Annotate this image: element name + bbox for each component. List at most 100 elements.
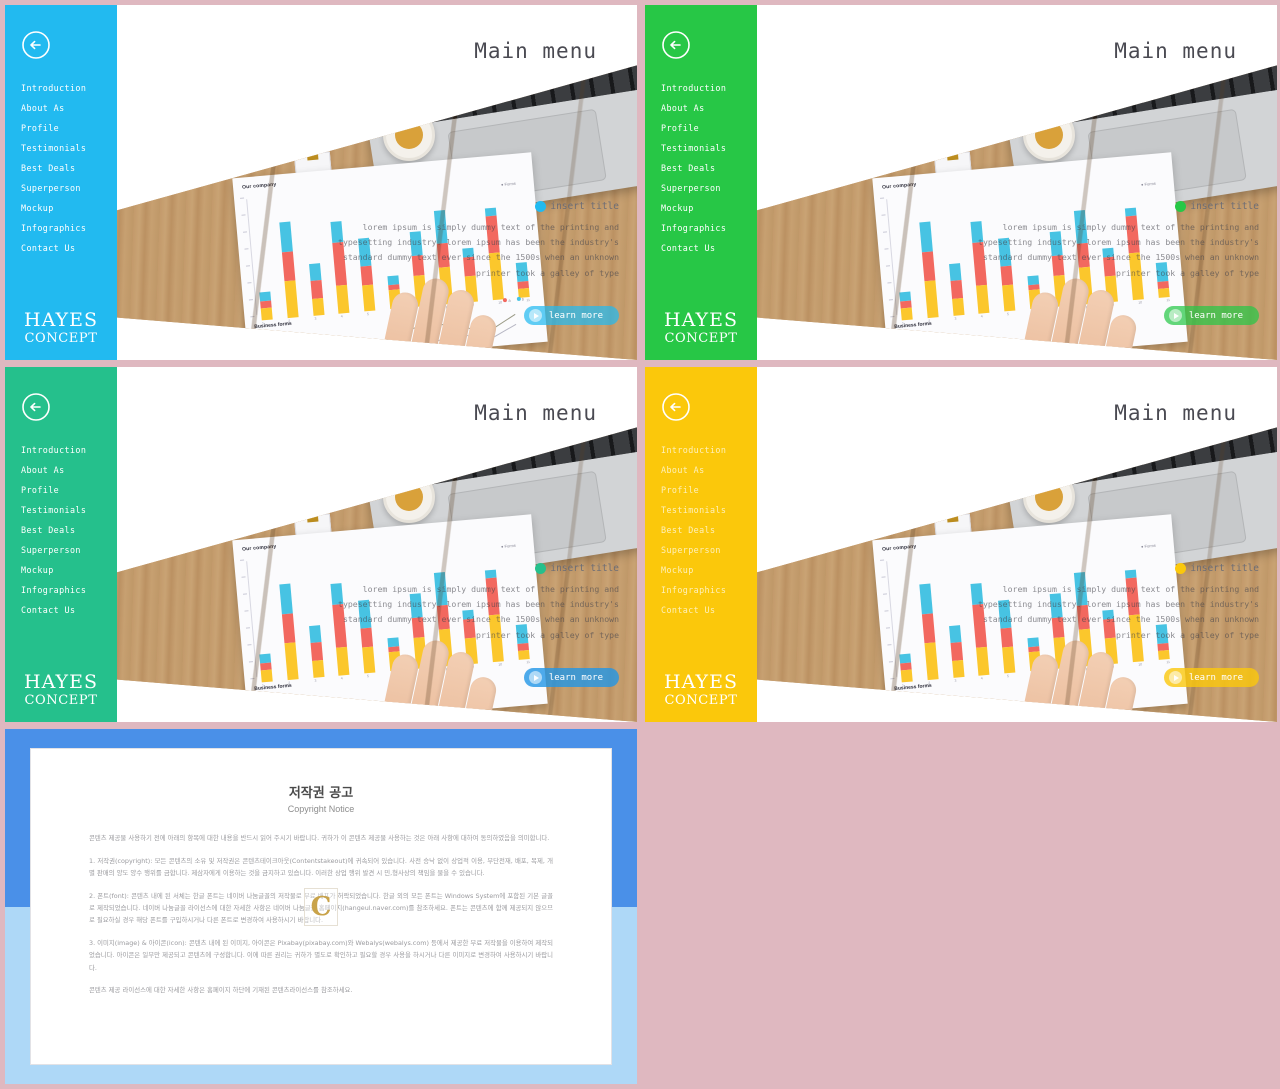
- page-title: Main menu: [1114, 401, 1237, 425]
- chart-x-label: 7: [419, 307, 422, 312]
- body-copy: lorem ipsum is simply dummy text of the …: [338, 222, 619, 278]
- sidebar-item-testimonials[interactable]: Testimonials: [21, 500, 113, 520]
- chart-bar-segment-cyan: [1125, 569, 1137, 579]
- sidebar-item-profile[interactable]: Profile: [661, 480, 753, 500]
- document-paragraph-image: 3. 이미지(image) & 아이콘(icon): 콘텐츠 내에 된 이미지,…: [89, 938, 553, 972]
- chart-x-labels: 1 2 3 4 5 6 7 8 9 10 11: [902, 297, 1171, 328]
- sidebar-item-about-as[interactable]: About As: [661, 460, 753, 480]
- chart-x-label: 1: [901, 683, 905, 688]
- chart-y-ticks: [240, 197, 256, 318]
- chart-x-label: 5: [1006, 312, 1010, 317]
- brand-logo: HAYES CONCEPT: [5, 672, 117, 709]
- chart-bar-segment-cyan: [308, 624, 322, 644]
- learn-more-button[interactable]: learn more: [523, 306, 619, 325]
- sidebar-item-introduction[interactable]: Introduction: [21, 440, 113, 460]
- brand-line-1: HAYES: [664, 671, 738, 693]
- sidebar-item-infographics[interactable]: Infographics: [21, 580, 113, 600]
- sidebar-item-best-deals[interactable]: Best Deals: [21, 520, 113, 540]
- sidebar-item-mockup[interactable]: Mockup: [21, 198, 113, 218]
- sidebar-item-introduction[interactable]: Introduction: [661, 78, 753, 98]
- sidebar-item-mockup[interactable]: Mockup: [661, 198, 753, 218]
- sidebar-item-superperson[interactable]: Superperson: [21, 540, 113, 560]
- coffee-cup: [383, 109, 435, 161]
- watermark-logo: C: [304, 887, 338, 926]
- sidebar-item-contact-us[interactable]: Contact Us: [661, 238, 753, 258]
- circle-plus-icon: [1175, 201, 1187, 212]
- sidebar-item-mockup[interactable]: Mockup: [21, 560, 113, 580]
- learn-more-button[interactable]: learn more: [523, 668, 619, 687]
- play-circle-icon: [1168, 309, 1182, 322]
- sidebar-item-profile[interactable]: Profile: [21, 480, 113, 500]
- chart-bar: [279, 583, 299, 681]
- sidebar-item-contact-us[interactable]: Contact Us: [21, 600, 113, 620]
- sidebar-nav: Introduction About As Profile Testimonia…: [661, 78, 753, 258]
- back-arrow-circle-icon[interactable]: [21, 30, 51, 60]
- sidebar-item-best-deals[interactable]: Best Deals: [21, 158, 113, 178]
- sidebar-item-about-as[interactable]: About As: [21, 460, 113, 480]
- learn-more-button[interactable]: learn more: [1163, 306, 1259, 325]
- chart-x-label: 7: [1059, 669, 1062, 674]
- chart-subtitle: Business forms: [254, 320, 292, 331]
- circle-plus-icon: [535, 201, 547, 212]
- sidebar-item-contact-us[interactable]: Contact Us: [21, 238, 113, 258]
- chart-y-axis: [886, 199, 898, 315]
- back-arrow-circle-icon[interactable]: [21, 392, 51, 422]
- chart-bar: [919, 221, 939, 319]
- sidebar-item-testimonials[interactable]: Testimonials: [661, 500, 753, 520]
- back-arrow-circle-icon[interactable]: [661, 30, 691, 60]
- sidebar-item-profile[interactable]: Profile: [21, 118, 113, 138]
- brand-line-2: CONCEPT: [664, 693, 738, 708]
- document-paragraph-intro: 콘텐츠 제공물 사용하기 전에 아래의 항목에 대한 내용을 반드시 읽어 주시…: [89, 834, 550, 843]
- chart-title: Our company: [241, 181, 277, 191]
- body-copy: lorem ipsum is simply dummy text of the …: [978, 222, 1259, 278]
- sidebar-item-contact-us[interactable]: Contact Us: [661, 600, 753, 620]
- slide-preview-4[interactable]: Our company ● Forms 1 2 3 4 5 6 7 8 9 10 11 Busine…: [645, 367, 1277, 722]
- learn-more-label: learn more: [1188, 672, 1243, 683]
- slide-preview-1[interactable]: Our company ● Forms 1 2 3 4 5 6 7 8 9 10 11 Busine…: [5, 5, 637, 360]
- document-heading-ko: 저작권 공고: [288, 786, 354, 801]
- chart-x-label: 10: [1138, 662, 1143, 667]
- chart-x-labels: 1 2 3 4 5 6 7 8 9 10 11: [261, 660, 530, 690]
- slide-preview-5-copyright[interactable]: 저작권 공고 Copyright Notice 콘텐츠 제공물 사용하기 전에 …: [5, 729, 637, 1084]
- sidebar-item-infographics[interactable]: Infographics: [661, 580, 753, 600]
- sidebar-item-testimonials[interactable]: Testimonials: [21, 138, 113, 158]
- sidebar-item-superperson[interactable]: Superperson: [661, 540, 753, 560]
- template-preview-grid: Our company ● Forms 1 2 3 4 5 6 7 8 9 10 11 Busine…: [0, 0, 1280, 1089]
- chart-x-label: 1: [261, 683, 265, 688]
- chart-x-label: 10: [1138, 300, 1143, 305]
- chart-x-label: 4: [340, 314, 343, 319]
- sidebar-item-testimonials[interactable]: Testimonials: [661, 138, 753, 158]
- sidebar-item-mockup[interactable]: Mockup: [661, 560, 753, 580]
- chart-bar-segment-red: [950, 642, 963, 661]
- slide-preview-2[interactable]: Our company ● Forms 1 2 3 4 5 6 7 8 9 10 11 Busine…: [645, 5, 1277, 360]
- chart-bar-segment-red: [900, 662, 912, 671]
- sidebar-item-best-deals[interactable]: Best Deals: [661, 158, 753, 178]
- page-title: Main menu: [474, 39, 597, 63]
- chart-bar-segment-red: [281, 613, 296, 644]
- chart-x-label: 2: [928, 318, 931, 324]
- chart-subtitle: Business forms: [894, 320, 932, 331]
- learn-more-label: learn more: [548, 310, 603, 321]
- sidebar-item-about-as[interactable]: About As: [661, 98, 753, 118]
- sidebar-item-introduction[interactable]: Introduction: [661, 440, 753, 460]
- sidebar-item-superperson[interactable]: Superperson: [661, 178, 753, 198]
- chart-bar-segment-red: [1157, 643, 1169, 652]
- laptop-trackpad: [447, 108, 607, 204]
- back-arrow-circle-icon[interactable]: [661, 392, 691, 422]
- sidebar-item-introduction[interactable]: Introduction: [21, 78, 113, 98]
- sidebar-item-about-as[interactable]: About As: [21, 98, 113, 118]
- chart-x-label: 11: [1166, 297, 1171, 303]
- sidebar-item-superperson[interactable]: Superperson: [21, 178, 113, 198]
- slide-preview-3[interactable]: Our company ● Forms 1 2 3 4 5 6 7 8 9 10 11 Busine…: [5, 367, 637, 722]
- learn-more-button[interactable]: learn more: [1163, 668, 1259, 687]
- sidebar-item-infographics[interactable]: Infographics: [661, 218, 753, 238]
- sidebar-item-best-deals[interactable]: Best Deals: [661, 520, 753, 540]
- chart-bar-segment-red: [921, 613, 936, 644]
- laptop-trackpad: [1087, 108, 1247, 204]
- chart-x-label: 2: [288, 680, 291, 686]
- chart-x-label: 8: [445, 305, 448, 310]
- sidebar-item-infographics[interactable]: Infographics: [21, 218, 113, 238]
- chart-bar-segment-red: [517, 281, 529, 290]
- chart-bar-segment-cyan: [1125, 207, 1137, 217]
- sidebar-item-profile[interactable]: Profile: [661, 118, 753, 138]
